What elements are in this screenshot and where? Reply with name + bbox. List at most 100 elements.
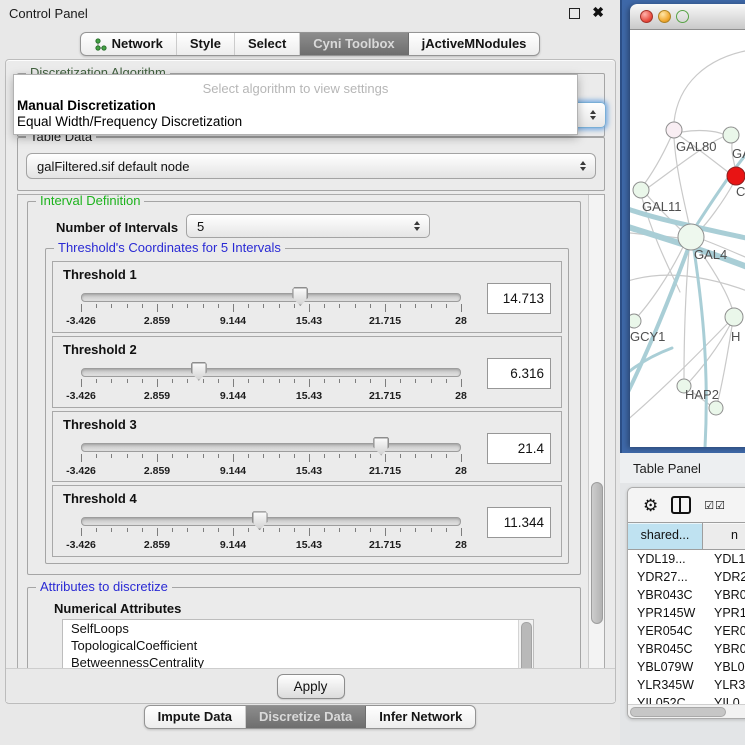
cell-shared-name: YDL19... — [628, 550, 702, 568]
tick-mark — [370, 379, 371, 383]
slider-tick-labels: -3.4262.8599.14415.4321.71528 — [81, 390, 461, 402]
close-icon[interactable]: ✖ — [592, 4, 604, 21]
threshold-value-field[interactable]: 6.316 — [487, 358, 551, 389]
split-view-icon[interactable] — [671, 496, 691, 514]
table-row[interactable]: YER054CYER0 — [628, 622, 745, 640]
attributes-list[interactable]: SelfLoopsTopologicalCoefficientBetweenne… — [62, 619, 534, 670]
tick-mark — [187, 379, 188, 383]
threshold-value-field[interactable]: 14.713 — [487, 283, 551, 314]
network-node[interactable] — [633, 182, 649, 198]
tick-mark — [431, 528, 432, 532]
network-node[interactable] — [709, 401, 723, 415]
scrollbar-thumb[interactable] — [630, 707, 726, 717]
tick-mark — [446, 454, 447, 458]
tick-mark — [96, 379, 97, 383]
attributes-items: SelfLoopsTopologicalCoefficientBetweenne… — [63, 620, 533, 670]
thresholds-group: Threshold's Coordinates for 5 Intervals … — [45, 248, 569, 564]
cell-name: YBR0 — [702, 586, 745, 604]
popup-option-equal-width-frequency-discretization[interactable]: Equal Width/Frequency Discretization — [17, 114, 242, 129]
tab-label: Network — [112, 33, 163, 55]
threshold-label: Threshold 3 — [63, 417, 137, 432]
tab-network[interactable]: Network — [81, 33, 176, 55]
tab-impute-data[interactable]: Impute Data — [145, 706, 245, 728]
tick-mark — [279, 304, 280, 308]
slider-track[interactable] — [81, 443, 461, 452]
tab-cyni-toolbox[interactable]: Cyni Toolbox — [299, 33, 407, 55]
table-row[interactable]: YBL079WYBL0 — [628, 658, 745, 676]
network-canvas[interactable]: GAL80GACGAL11GAL4GCY1HHAP2 — [630, 30, 745, 447]
column-header-shared-name[interactable]: shared... — [628, 523, 703, 549]
popup-option-manual-discretization[interactable]: Manual Discretization — [17, 98, 156, 113]
tick-mark — [157, 454, 158, 462]
list-item[interactable]: SelfLoops — [63, 620, 533, 637]
tick-label: 2.859 — [144, 315, 170, 327]
tab-style[interactable]: Style — [176, 33, 234, 55]
threshold-slider[interactable]: -3.4262.8599.14415.4321.71528 — [81, 287, 461, 329]
table-data-combobox[interactable]: galFiltered.sif default node — [26, 153, 596, 179]
threshold-slider[interactable]: -3.4262.8599.14415.4321.71528 — [81, 437, 461, 479]
threshold-value-field[interactable]: 21.4 — [487, 433, 551, 464]
apply-button[interactable]: Apply — [277, 674, 345, 699]
column-header-name[interactable]: n — [703, 523, 745, 549]
tick-mark — [339, 379, 340, 383]
tab-jactivemnodules[interactable]: jActiveMNodules — [408, 33, 540, 55]
tick-mark — [385, 304, 386, 312]
list-item[interactable]: TopologicalCoefficient — [63, 637, 533, 654]
threshold-value-field[interactable]: 11.344 — [487, 507, 551, 538]
network-node[interactable] — [723, 127, 739, 143]
scrollbar-thumb[interactable] — [591, 482, 603, 624]
tick-mark — [431, 379, 432, 383]
tab-label: Cyni Toolbox — [313, 33, 394, 55]
list-scrollbar-thumb[interactable] — [521, 622, 532, 670]
table-row[interactable]: YBR045CYBR0 — [628, 640, 745, 658]
horizontal-scrollbar[interactable] — [628, 704, 745, 718]
network-node[interactable] — [630, 314, 641, 328]
tick-label: 28 — [455, 465, 467, 477]
tick-mark — [127, 379, 128, 383]
network-node[interactable] — [666, 122, 682, 138]
table-panel-title: Table Panel — [633, 461, 701, 476]
minimize-button[interactable] — [658, 10, 671, 23]
slider-track[interactable] — [81, 293, 461, 302]
network-icon — [94, 38, 107, 51]
table-rows: YDL19...YDL1YDR27...YDR2YBR043CYBR0YPR14… — [628, 550, 745, 712]
table-row[interactable]: YDL19...YDL1 — [628, 550, 745, 568]
table-row[interactable]: YBR043CYBR0 — [628, 586, 745, 604]
vertical-scrollbar[interactable] — [588, 195, 604, 669]
tick-mark — [370, 304, 371, 308]
slider-tick-labels: -3.4262.8599.14415.4321.71528 — [81, 315, 461, 327]
cell-name: YDL1 — [702, 550, 745, 568]
num-intervals-combobox[interactable]: 5 — [186, 214, 430, 238]
tab-infer-network[interactable]: Infer Network — [365, 706, 475, 728]
tick-mark — [431, 304, 432, 308]
select-columns-icon[interactable]: ☑☑ — [704, 499, 726, 512]
cell-name: YER0 — [702, 622, 745, 640]
threshold-slider[interactable]: -3.4262.8599.14415.4321.71528 — [81, 362, 461, 404]
tab-label: Impute Data — [158, 706, 232, 728]
table-row[interactable]: YPR145WYPR1 — [628, 604, 745, 622]
gear-icon[interactable]: ⚙ — [643, 497, 658, 514]
slider-track[interactable] — [81, 368, 461, 377]
float-icon[interactable] — [569, 8, 580, 19]
slider-track[interactable] — [81, 517, 461, 526]
tick-mark — [400, 454, 401, 458]
combo-arrows-icon — [414, 221, 420, 231]
group-title: Interval Definition — [36, 194, 144, 208]
tab-select[interactable]: Select — [234, 33, 299, 55]
network-node[interactable] — [725, 308, 743, 326]
tab-discretize-data[interactable]: Discretize Data — [245, 706, 365, 728]
tab-label: Discretize Data — [259, 706, 352, 728]
table-row[interactable]: YLR345WYLR3 — [628, 676, 745, 694]
tick-label: 2.859 — [144, 390, 170, 402]
slider-ticks — [81, 304, 461, 313]
cell-name: YPR1 — [702, 604, 745, 622]
zoom-button[interactable] — [676, 10, 689, 23]
threshold-slider[interactable]: -3.4262.8599.14415.4321.71528 — [81, 511, 461, 553]
tick-mark — [96, 454, 97, 458]
table-row[interactable]: YDR27...YDR2 — [628, 568, 745, 586]
list-scrollbar[interactable] — [518, 620, 533, 670]
cell-shared-name: YPR145W — [628, 604, 702, 622]
tick-mark — [111, 304, 112, 308]
network-node[interactable] — [727, 167, 745, 185]
close-button[interactable] — [640, 10, 653, 23]
